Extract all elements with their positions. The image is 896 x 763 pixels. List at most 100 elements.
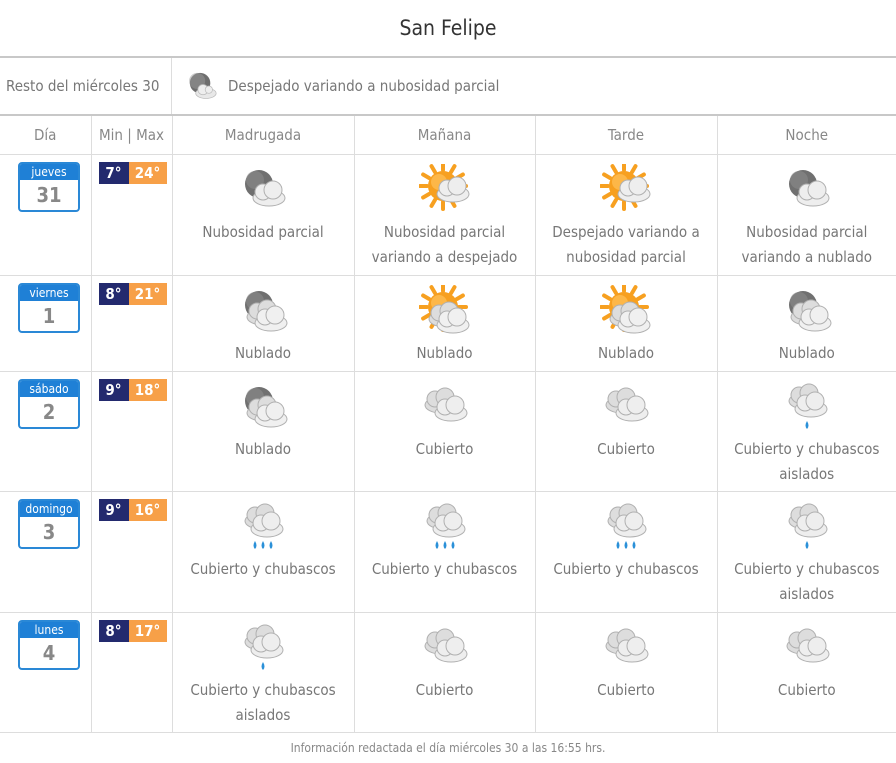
temp-max: 18° (128, 379, 167, 401)
rest-of-day-text: Despejado variando a nubosidad parcial (228, 77, 500, 95)
temp-min: 8° (98, 620, 129, 642)
period-cell: Cubierto (535, 612, 718, 733)
period-condition: Cubierto y chubascos (190, 560, 336, 578)
calendar-weekday: lunes (20, 622, 78, 638)
temperature-cell: 8° 17° (91, 612, 173, 733)
period-cell: Nublado (717, 275, 896, 372)
header-noche: Noche (717, 116, 896, 155)
calendar-badge: domingo 3 (18, 499, 80, 549)
period-cell: Cubierto (535, 371, 718, 492)
period-condition: Nublado (597, 344, 655, 362)
clouds-icon (424, 387, 467, 422)
forecast-row: sábado 2 9° 18° Nublado Cubierto Cubiert… (0, 371, 896, 492)
rest-of-day-row: Resto del miércoles 30 Despejado variand… (0, 58, 896, 116)
clouds-icon (424, 628, 467, 663)
forecast-table: Día Min | Max Madrugada Mañana Tarde Noc… (0, 116, 896, 733)
moon-clouds-icon (245, 387, 288, 428)
calendar-badge: lunes 4 (18, 620, 80, 670)
light-rain-icon (788, 503, 828, 549)
rest-of-day-label: Resto del miércoles 30 (0, 58, 172, 114)
period-cell: Cubierto y chubascos (172, 491, 355, 613)
period-condition: Cubierto (415, 681, 474, 699)
period-cell: Cubierto y chubascos aislados (717, 491, 896, 613)
header-minmax: Min | Max (91, 116, 173, 155)
calendar-badge: viernes 1 (18, 283, 80, 333)
clouds-icon (605, 387, 649, 422)
calendar-day-number: 3 (42, 520, 56, 544)
calendar-weekday: sábado (20, 381, 78, 397)
sun-clouds-icon (600, 285, 651, 334)
day-cell: viernes 1 (0, 275, 92, 372)
period-condition: Nublado (778, 344, 835, 362)
period-cell: Nublado (354, 275, 536, 372)
rain-icon (607, 503, 647, 549)
period-cell: Nublado (172, 275, 355, 372)
period-cell: Cubierto y chubascos (354, 491, 536, 613)
period-cell: Cubierto y chubascos aislados (172, 612, 355, 733)
calendar-day-number: 2 (42, 400, 56, 424)
period-cell: Cubierto y chubascos aislados (717, 371, 896, 492)
period-condition: Nubosidad parcial (202, 223, 324, 241)
day-cell: lunes 4 (0, 612, 92, 733)
location-title: San Felipe (0, 0, 896, 58)
period-condition: Nubosidad parcial variando a despejado (371, 223, 518, 266)
temperature-cell: 8° 21° (91, 275, 173, 372)
header-day: Día (0, 116, 92, 155)
forecast-row: lunes 4 8° 17° Cubierto y chubascos aisl… (0, 612, 896, 733)
period-cell: Nublado (172, 371, 355, 492)
period-cell: Despejado variando a nubosidad parcial (535, 154, 718, 276)
period-condition: Nublado (416, 344, 473, 362)
calendar-badge: sábado 2 (18, 379, 80, 429)
temp-min: 9° (98, 379, 129, 401)
forecast-row: domingo 3 9° 16° Cubierto y chubascos Cu… (0, 491, 896, 613)
header-madrugada: Madrugada (172, 116, 355, 155)
calendar-badge: jueves 31 (18, 162, 80, 212)
forecast-header-row: Día Min | Max Madrugada Mañana Tarde Noc… (0, 116, 896, 155)
sun-cloud-icon (418, 164, 469, 211)
header-tarde: Tarde (535, 116, 718, 155)
footer-note: Información redactada el día miércoles 3… (290, 741, 606, 755)
clouds-icon (786, 628, 830, 663)
period-cell: Cubierto (354, 371, 536, 492)
header-manana: Mañana (354, 116, 536, 155)
sun-clouds-icon (418, 285, 469, 334)
period-condition: Cubierto y chubascos aislados (190, 681, 336, 724)
calendar-weekday: viernes (20, 285, 78, 301)
moon-cloud-icon (788, 170, 830, 207)
period-condition: Cubierto (597, 440, 655, 458)
rain-icon (426, 503, 465, 549)
period-condition: Cubierto (597, 681, 655, 699)
temp-min: 9° (98, 499, 129, 521)
calendar-day-number: 4 (42, 641, 56, 665)
day-cell: jueves 31 (0, 154, 92, 276)
day-cell: domingo 3 (0, 491, 92, 613)
rain-icon (244, 503, 284, 549)
period-cell: Cubierto y chubascos (535, 491, 718, 613)
temperature-cell: 7° 24° (91, 154, 173, 276)
temp-min: 7° (98, 162, 129, 184)
period-cell: Nubosidad parcial (172, 154, 355, 276)
period-condition: Cubierto (777, 681, 836, 699)
period-condition: Cubierto y chubascos (553, 560, 699, 578)
temp-min: 8° (98, 283, 129, 305)
rest-of-day-condition: Despejado variando a nubosidad parcial (172, 58, 499, 114)
light-rain-icon (788, 383, 828, 429)
period-condition: Nublado (234, 344, 292, 362)
period-condition: Cubierto (415, 440, 474, 458)
calendar-day-number: 1 (42, 304, 56, 328)
forecast-row: jueves 31 7° 24° Nubosidad parcial Nubos… (0, 154, 896, 276)
period-condition: Despejado variando a nubosidad parcial (552, 223, 700, 266)
clouds-icon (605, 628, 649, 663)
temp-max: 16° (128, 499, 167, 521)
period-cell: Nublado (535, 275, 718, 372)
period-cell: Cubierto (717, 612, 896, 733)
period-cell: Nubosidad parcial variando a nublado (717, 154, 896, 276)
moon-clouds-icon (245, 291, 288, 332)
calendar-day-number: 31 (36, 183, 62, 207)
forecast-row: viernes 1 8° 21° Nublado Nublado Nublado… (0, 275, 896, 372)
moon-cloud-icon (189, 72, 217, 99)
period-condition: Cubierto y chubascos aislados (734, 560, 880, 603)
period-condition: Nubosidad parcial variando a nublado (741, 223, 873, 266)
day-cell: sábado 2 (0, 371, 92, 492)
sun-cloud-icon (600, 164, 651, 211)
